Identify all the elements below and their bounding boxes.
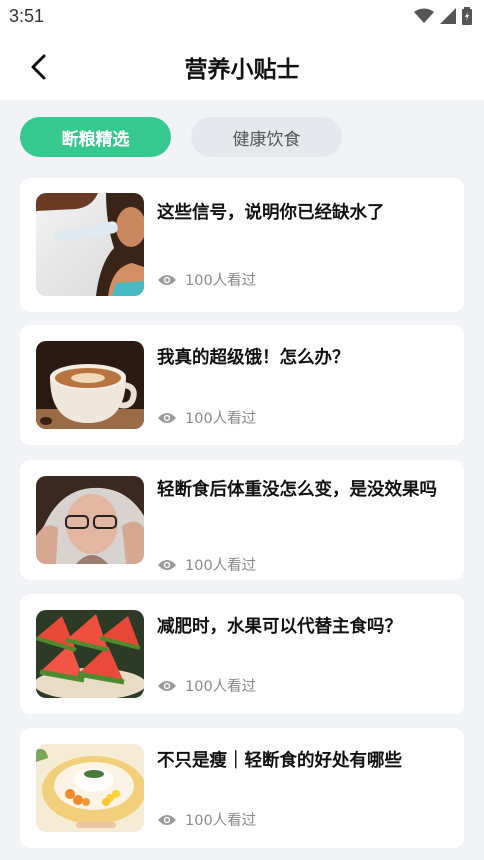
article-title: 轻断食后体重没怎么变，是没效果吗 [157, 480, 437, 500]
view-count: 100人看过 [185, 558, 257, 574]
signal-icon [440, 8, 456, 24]
eye-icon [158, 814, 176, 825]
view-count: 100人看过 [185, 411, 257, 427]
wifi-icon [414, 8, 434, 23]
article-views: 100人看过 [157, 675, 256, 696]
category-tabs: 断粮精选 健康饮食 [20, 117, 342, 157]
article-title: 不只是瘦｜轻断食的好处有哪些 [157, 751, 402, 771]
article-views: 100人看过 [157, 269, 256, 290]
article-card[interactable]: 减肥时，水果可以代替主食吗？ 100人看过 [20, 594, 464, 714]
article-card[interactable]: 我真的超级饿！怎么办？ 100人看过 [20, 325, 464, 445]
article-views: 100人看过 [157, 407, 256, 428]
status-time: 3:51 [9, 6, 45, 26]
article-title: 这些信号，说明你已经缺水了 [157, 203, 385, 223]
view-count: 100人看过 [185, 679, 257, 695]
article-card[interactable]: 这些信号，说明你已经缺水了 100人看过 [20, 178, 464, 312]
status-icons [414, 7, 472, 25]
article-card[interactable]: 不只是瘦｜轻断食的好处有哪些 100人看过 [20, 728, 464, 848]
article-card[interactable]: 轻断食后体重没怎么变，是没效果吗 100人看过 [20, 460, 464, 580]
article-views: 100人看过 [157, 809, 256, 830]
eye-icon [158, 274, 176, 285]
view-count: 100人看过 [185, 813, 257, 829]
article-title: 减肥时，水果可以代替主食吗？ [157, 617, 402, 637]
article-thumbnail-rice-plate [36, 744, 144, 832]
article-thumbnail-coffee-cup [36, 341, 144, 429]
header: 营养小贴士 [0, 34, 484, 100]
article-thumbnail-stressed-woman [36, 476, 144, 564]
article-title: 我真的超级饿！怎么办？ [157, 348, 350, 368]
view-count: 100人看过 [185, 273, 257, 289]
article-thumbnail-woman-drinking-water [36, 193, 144, 296]
article-views: 100人看过 [157, 554, 256, 575]
tab-fasting-picks[interactable]: 断粮精选 [20, 117, 171, 157]
article-thumbnail-watermelon-slices [36, 610, 144, 698]
page-title: 营养小贴士 [184, 57, 300, 83]
eye-icon [158, 559, 176, 570]
eye-icon [158, 412, 176, 423]
battery-icon [462, 7, 472, 25]
eye-icon [158, 680, 176, 691]
status-bar: 3:51 [0, 0, 484, 34]
tab-healthy-diet[interactable]: 健康饮食 [191, 117, 342, 157]
